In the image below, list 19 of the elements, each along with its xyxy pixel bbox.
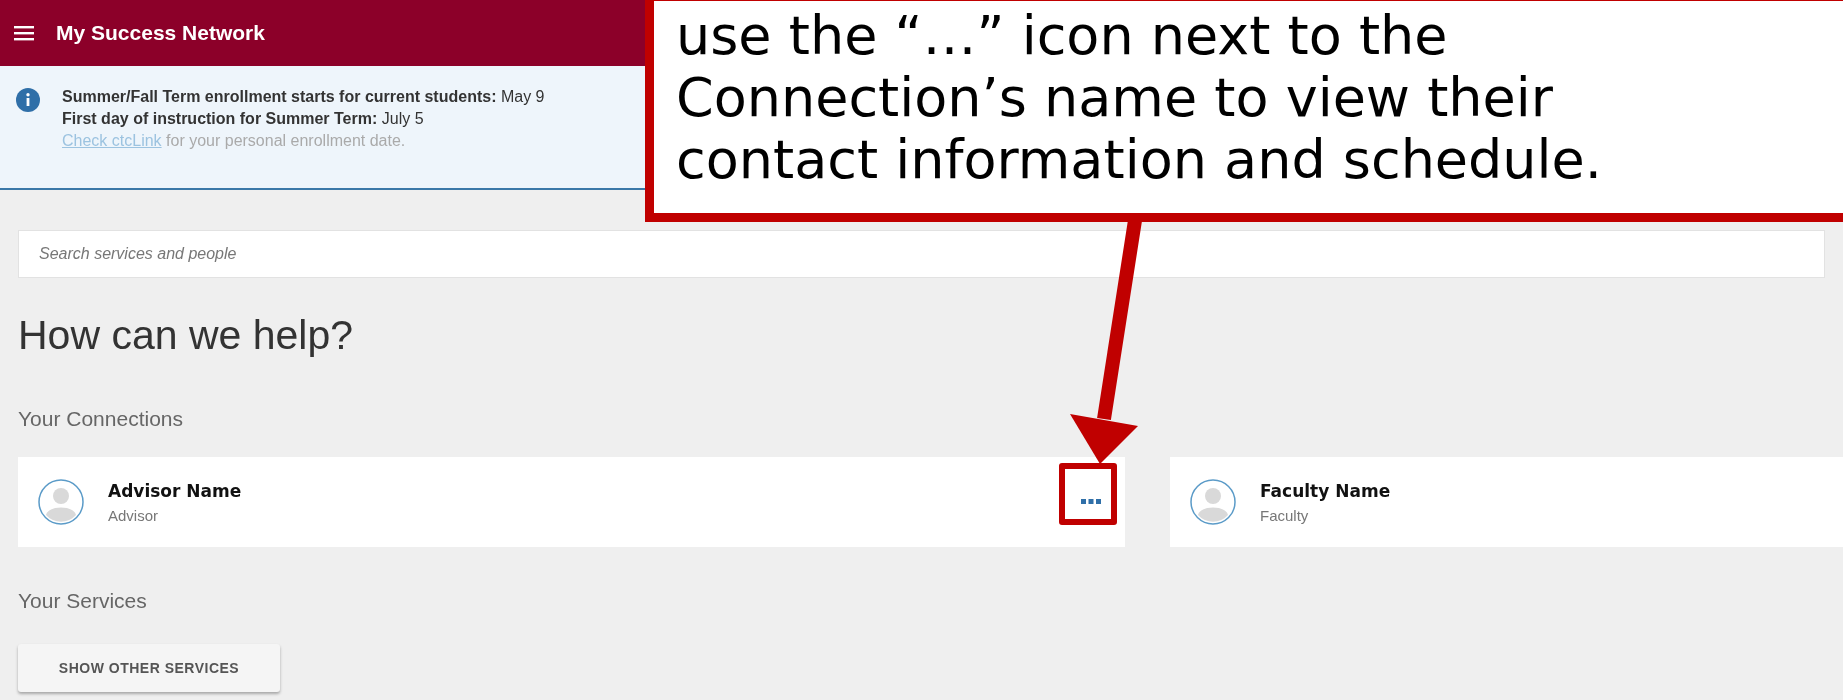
menu-icon[interactable] xyxy=(14,25,34,41)
avatar-icon xyxy=(38,479,84,525)
callout-text: use the “…” icon next to the Connection’s name to view their contact information and schedule. xyxy=(645,0,1843,222)
show-services-button[interactable]: SHOW OTHER SERVICES xyxy=(18,644,280,692)
avatar-icon xyxy=(1190,479,1236,525)
page-heading: How can we help? xyxy=(18,312,355,359)
more-icon xyxy=(1081,499,1101,505)
connection-role: Advisor xyxy=(108,506,160,524)
section-title: Your Connections xyxy=(18,407,184,431)
announcement-line: First day of instruction for Summer Term: July 5 xyxy=(62,110,425,128)
announcement-line: Summer/Fall Term enrollment starts for current students: May 9 xyxy=(62,88,545,106)
connection-name: Faculty Name xyxy=(1260,480,1392,501)
enrollment-note: Check ctcLink for your personal enrollment date. xyxy=(62,132,407,150)
connection-name: Advisor Name xyxy=(108,480,243,501)
connection-role: Faculty xyxy=(1260,506,1310,524)
section-title: Your Services xyxy=(18,589,148,613)
info-icon xyxy=(16,88,40,112)
search-field[interactable]: Search services and people xyxy=(18,230,1825,278)
app-title: My Success Network xyxy=(56,21,265,45)
